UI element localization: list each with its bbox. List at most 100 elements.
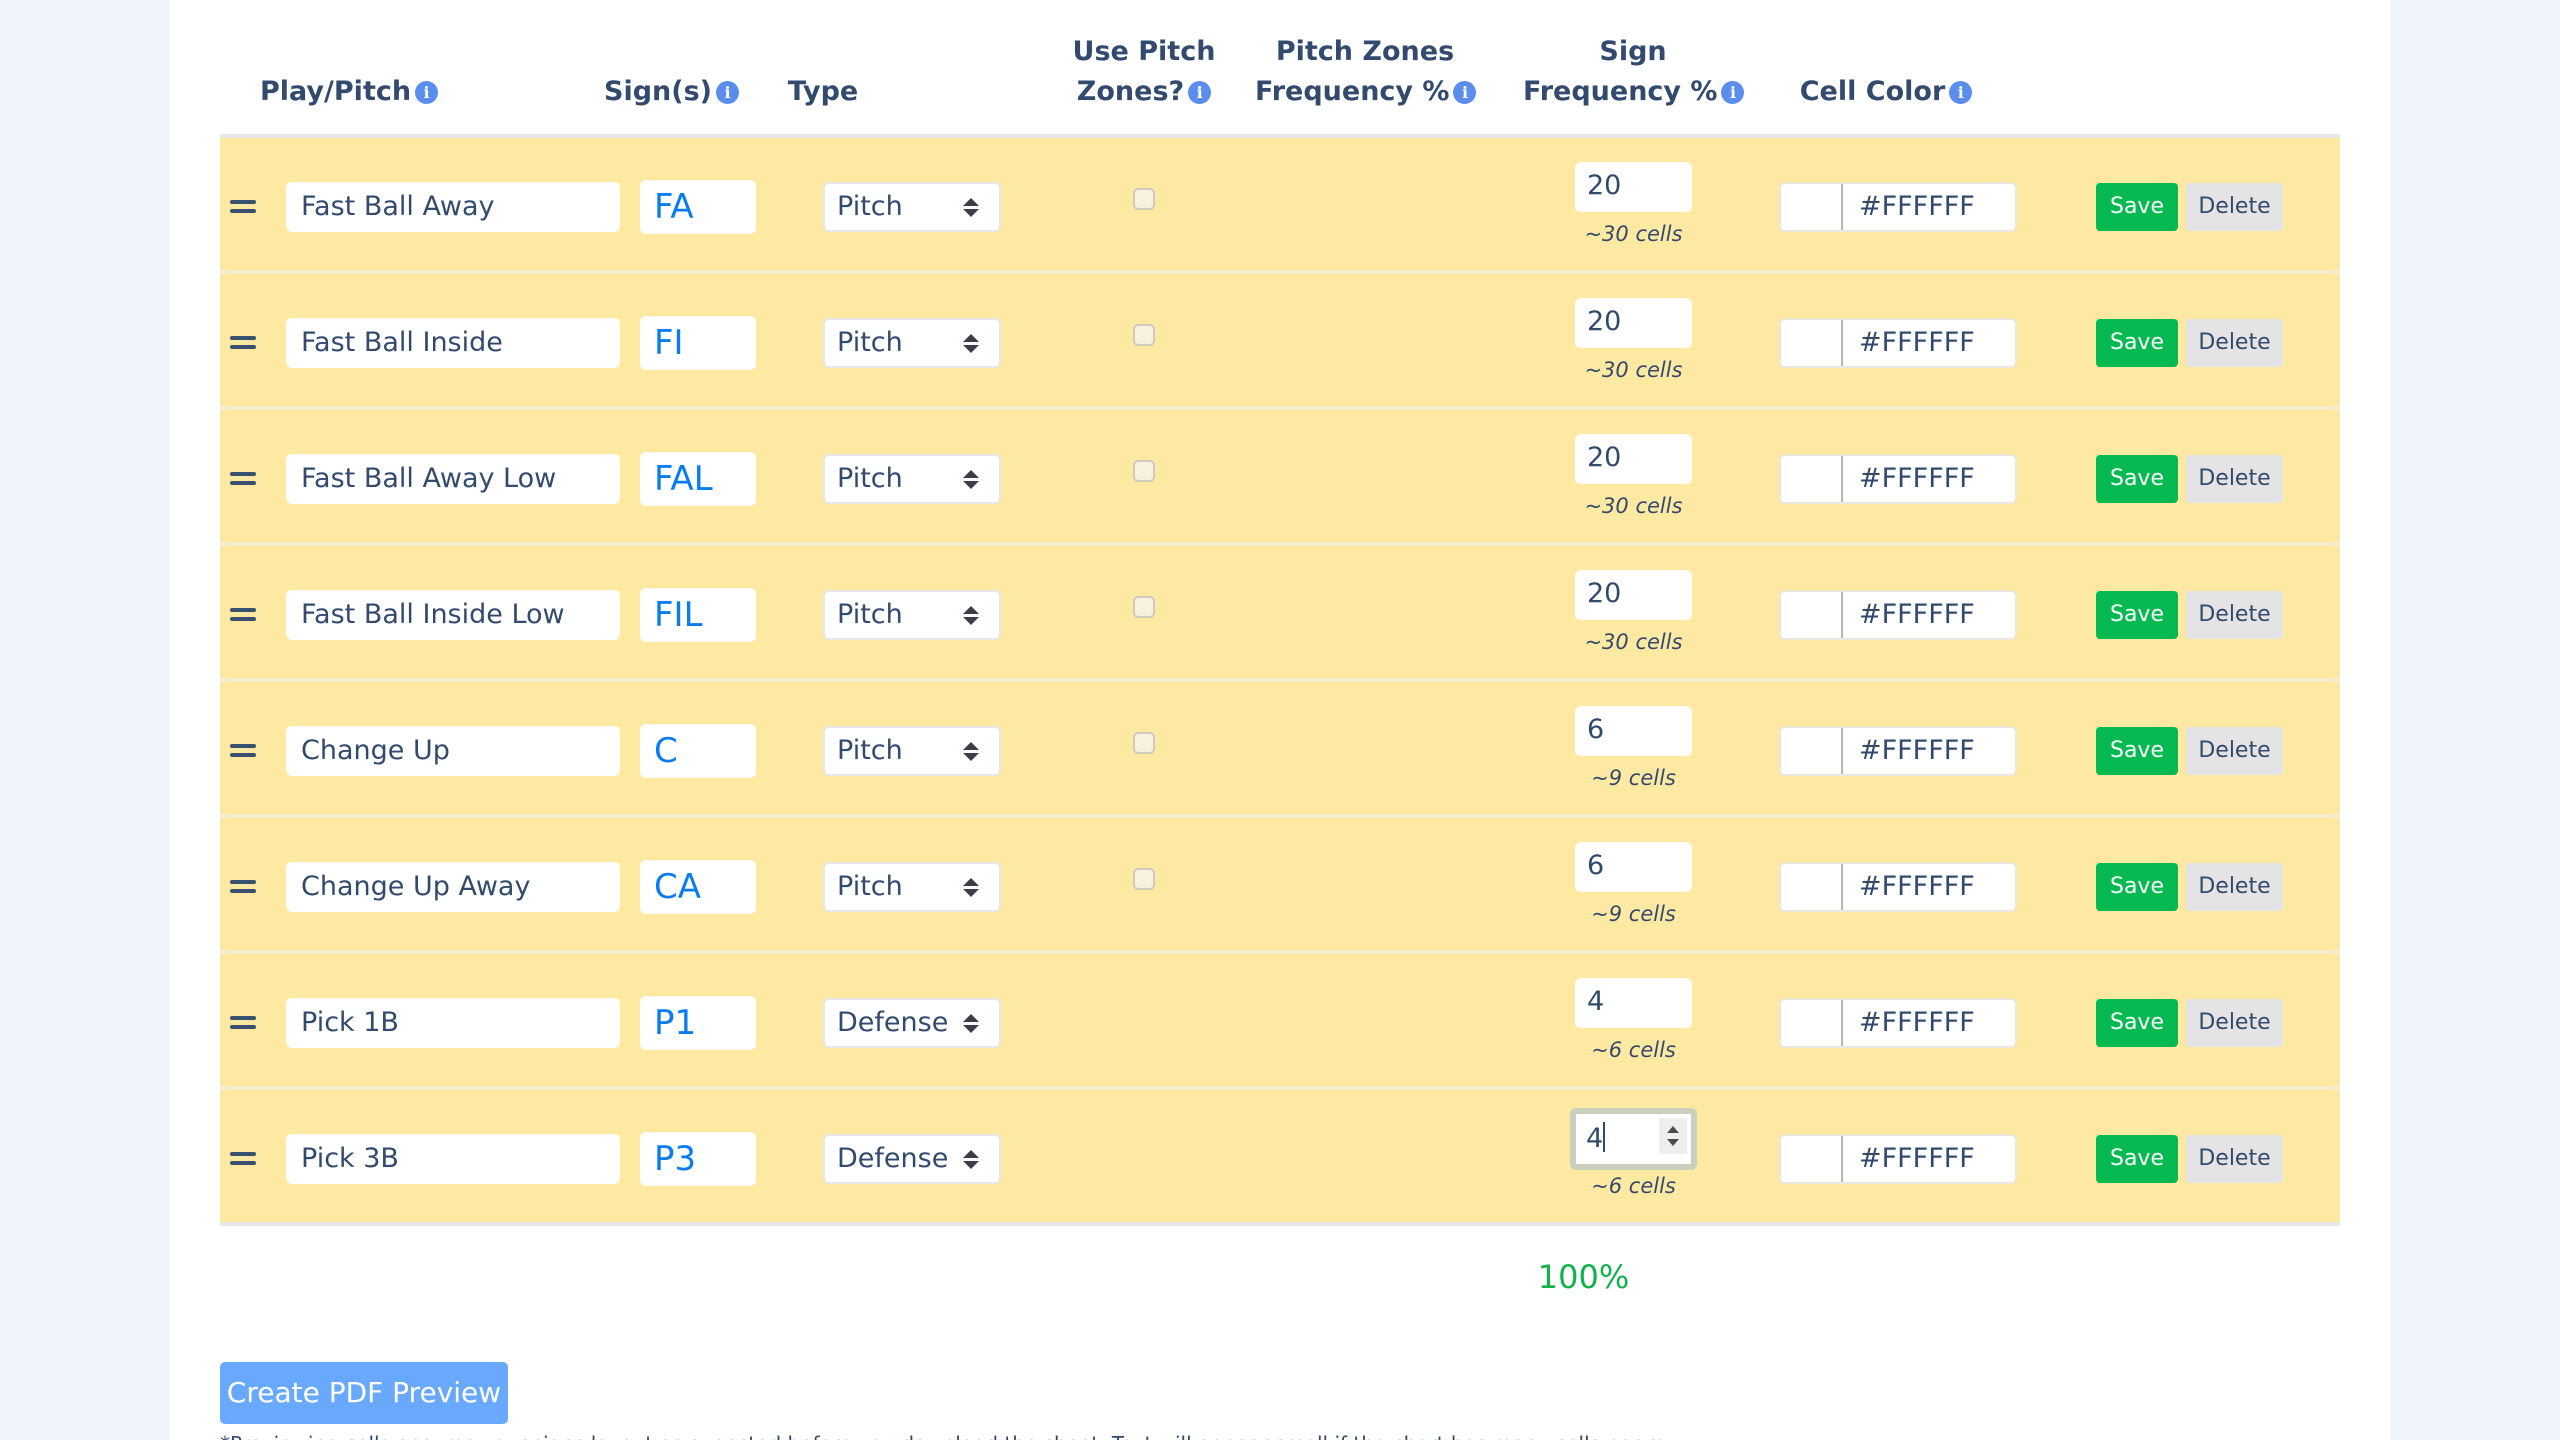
- sign-frequency-input[interactable]: 4: [1575, 978, 1692, 1028]
- info-icon[interactable]: i: [1949, 81, 1973, 104]
- cell-color-field[interactable]: #FFFFFF: [1779, 1134, 2017, 1184]
- drag-handle-icon[interactable]: [230, 472, 256, 486]
- play-pitch-input[interactable]: Fast Ball Inside Low: [286, 590, 620, 640]
- delete-button[interactable]: Delete: [2186, 591, 2283, 639]
- color-hex-input[interactable]: #FFFFFF: [1859, 320, 1975, 366]
- save-button[interactable]: Save: [2096, 999, 2178, 1047]
- use-pitch-zones-checkbox[interactable]: [1133, 596, 1155, 618]
- drag-handle-icon[interactable]: [230, 608, 256, 622]
- color-swatch[interactable]: [1781, 456, 1843, 502]
- delete-button[interactable]: Delete: [2186, 863, 2283, 911]
- sign-input[interactable]: P1: [640, 996, 756, 1050]
- column-header-label: Frequency %: [1255, 76, 1450, 107]
- sign-frequency-input[interactable]: 20: [1575, 570, 1692, 620]
- color-hex-input[interactable]: #FFFFFF: [1859, 728, 1975, 774]
- sign-input[interactable]: P3: [640, 1132, 756, 1186]
- play-pitch-input[interactable]: Change Up Away: [286, 862, 620, 912]
- drag-handle-icon[interactable]: [230, 880, 256, 894]
- info-icon[interactable]: i: [1721, 81, 1745, 104]
- drag-handle-icon[interactable]: [230, 1016, 256, 1030]
- delete-button[interactable]: Delete: [2186, 455, 2283, 503]
- type-select[interactable]: Pitch: [823, 318, 1001, 368]
- play-pitch-input[interactable]: Fast Ball Inside: [286, 318, 620, 368]
- cell-color-field[interactable]: #FFFFFF: [1779, 998, 2017, 1048]
- play-pitch-input[interactable]: Fast Ball Away Low: [286, 454, 620, 504]
- drag-handle-icon[interactable]: [230, 744, 256, 758]
- color-hex-input[interactable]: #FFFFFF: [1859, 1000, 1975, 1046]
- play-pitch-input[interactable]: Pick 3B: [286, 1134, 620, 1184]
- cell-color-field[interactable]: #FFFFFF: [1779, 862, 2017, 912]
- type-select[interactable]: Pitch: [823, 862, 1001, 912]
- sign-input[interactable]: FI: [640, 316, 756, 370]
- play-pitch-input[interactable]: Fast Ball Away: [286, 182, 620, 232]
- type-select[interactable]: Defense: [823, 998, 1001, 1048]
- sign-frequency-input[interactable]: 4: [1570, 1108, 1697, 1170]
- cell-color-field[interactable]: #FFFFFF: [1779, 454, 2017, 504]
- color-hex-input[interactable]: #FFFFFF: [1859, 456, 1975, 502]
- cell-color-field[interactable]: #FFFFFF: [1779, 182, 2017, 232]
- delete-button[interactable]: Delete: [2186, 999, 2283, 1047]
- table-row: Pick 1B P1 Defense 4 ~6 cells #FFFFFF Save Dele…: [220, 954, 2340, 1090]
- table-row: Pick 3B P3 Defense 4 ~6 cells #FFFFFF Save Dele…: [220, 1090, 2340, 1226]
- table-row: Change Up C Pitch 6 ~9 cells #FFFFFF Save Delet…: [220, 682, 2340, 818]
- color-swatch[interactable]: [1781, 320, 1843, 366]
- color-hex-input[interactable]: #FFFFFF: [1859, 1136, 1975, 1182]
- save-button[interactable]: Save: [2096, 455, 2178, 503]
- color-swatch[interactable]: [1781, 184, 1843, 230]
- cell-color-field[interactable]: #FFFFFF: [1779, 318, 2017, 368]
- type-select[interactable]: Defense: [823, 1134, 1001, 1184]
- use-pitch-zones-checkbox[interactable]: [1133, 460, 1155, 482]
- color-hex-input[interactable]: #FFFFFF: [1859, 864, 1975, 910]
- color-hex-input[interactable]: #FFFFFF: [1859, 592, 1975, 638]
- delete-button[interactable]: Delete: [2186, 727, 2283, 775]
- sign-input[interactable]: FIL: [640, 588, 756, 642]
- save-button[interactable]: Save: [2096, 1135, 2178, 1183]
- type-select[interactable]: Pitch: [823, 726, 1001, 776]
- drag-handle-icon[interactable]: [230, 200, 256, 214]
- sign-frequency-input[interactable]: 20: [1575, 434, 1692, 484]
- save-button[interactable]: Save: [2096, 863, 2178, 911]
- cell-color-field[interactable]: #FFFFFF: [1779, 590, 2017, 640]
- type-select[interactable]: Pitch: [823, 590, 1001, 640]
- cell-color-field[interactable]: #FFFFFF: [1779, 726, 2017, 776]
- color-swatch[interactable]: [1781, 592, 1843, 638]
- info-icon[interactable]: i: [1453, 81, 1477, 104]
- delete-button[interactable]: Delete: [2186, 183, 2283, 231]
- color-hex-input[interactable]: #FFFFFF: [1859, 184, 1975, 230]
- info-icon[interactable]: i: [415, 81, 439, 104]
- sign-frequency-input[interactable]: 20: [1575, 298, 1692, 348]
- type-select[interactable]: Pitch: [823, 182, 1001, 232]
- play-pitch-input[interactable]: Change Up: [286, 726, 620, 776]
- use-pitch-zones-checkbox[interactable]: [1133, 188, 1155, 210]
- sign-input[interactable]: FAL: [640, 452, 756, 506]
- number-spinner-icon[interactable]: [1659, 1118, 1687, 1154]
- play-pitch-input[interactable]: Pick 1B: [286, 998, 620, 1048]
- save-button[interactable]: Save: [2096, 591, 2178, 639]
- select-arrows-icon: [963, 878, 979, 898]
- sign-frequency-input[interactable]: 6: [1575, 706, 1692, 756]
- save-button[interactable]: Save: [2096, 727, 2178, 775]
- sign-input[interactable]: C: [640, 724, 756, 778]
- save-button[interactable]: Save: [2096, 183, 2178, 231]
- create-pdf-preview-button[interactable]: Create PDF Preview: [220, 1362, 508, 1424]
- use-pitch-zones-checkbox[interactable]: [1133, 324, 1155, 346]
- save-button[interactable]: Save: [2096, 319, 2178, 367]
- color-swatch[interactable]: [1781, 1136, 1843, 1182]
- info-icon[interactable]: i: [1188, 81, 1212, 104]
- color-swatch[interactable]: [1781, 1000, 1843, 1046]
- use-pitch-zones-checkbox[interactable]: [1133, 732, 1155, 754]
- drag-handle-icon[interactable]: [230, 336, 256, 350]
- drag-handle-icon[interactable]: [230, 1152, 256, 1166]
- sign-frequency-input[interactable]: 20: [1575, 162, 1692, 212]
- use-pitch-zones-checkbox[interactable]: [1133, 868, 1155, 890]
- sign-input[interactable]: FA: [640, 180, 756, 234]
- type-select[interactable]: Pitch: [823, 454, 1001, 504]
- sign-input[interactable]: CA: [640, 860, 756, 914]
- delete-button[interactable]: Delete: [2186, 1135, 2283, 1183]
- color-swatch[interactable]: [1781, 728, 1843, 774]
- delete-button[interactable]: Delete: [2186, 319, 2283, 367]
- color-swatch[interactable]: [1781, 864, 1843, 910]
- sign-frequency-input[interactable]: 6: [1575, 842, 1692, 892]
- info-icon[interactable]: i: [716, 81, 739, 104]
- cells-estimate: ~30 cells: [1584, 222, 1683, 246]
